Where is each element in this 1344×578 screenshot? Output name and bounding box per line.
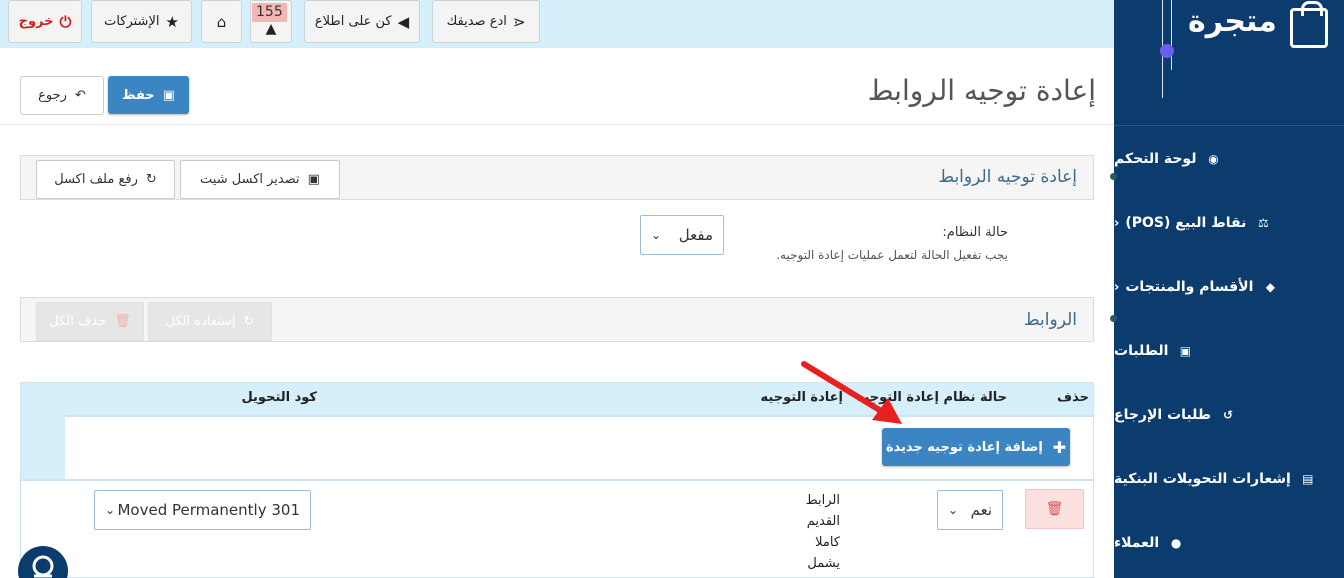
page-title: إعادة توجيه الروابط (867, 74, 1096, 107)
upload-excel-label: رفع ملف اكسل (54, 172, 138, 187)
shopping-bag-icon (1290, 1, 1328, 48)
sidebar-item-label: الأقسام والمنتجات (1125, 279, 1254, 295)
sidebar-item-customers[interactable]: ● العملاء (1114, 528, 1330, 558)
trash-icon: 🗑 (114, 314, 131, 329)
home-button[interactable]: ⌂ (201, 0, 242, 43)
undo-icon: ↺ (1222, 408, 1234, 422)
reply-icon: ↶ (74, 88, 86, 103)
home-icon: ⌂ (216, 12, 227, 31)
system-status-value: مفعل (678, 226, 713, 244)
system-status-select[interactable]: ⌄ مفعل (640, 215, 724, 255)
redirect-code-select[interactable]: ⌄ Moved Permanently 301 (94, 490, 311, 530)
sidebar: متجرة ◉ لوحة التحكم ⚖ نقاط البيع (POS) ‹… (1114, 0, 1344, 578)
subscriptions-label: الإشتركات (104, 14, 160, 29)
bell-icon: ▲ (265, 20, 277, 37)
subscriptions-button[interactable]: ★ الإشتركات (91, 0, 192, 43)
sidebar-item-dashboard[interactable]: ◉ لوحة التحكم (1114, 144, 1330, 174)
sidebar-item-bank-transfers[interactable]: ▤ إشعارات التحويلات البنكية (1114, 464, 1330, 494)
sidebar-item-label: الطلبات (1114, 343, 1169, 359)
chevron-down-icon: ⌄ (948, 503, 959, 517)
refresh-icon: ↻ (243, 314, 255, 329)
row-status-select[interactable]: ⌄ نعم (937, 490, 1003, 530)
system-status-help: يجب تفعيل الحالة لتعمل عمليات إعادة التو… (776, 248, 1008, 262)
invite-friend-label: ادع صديقك (446, 14, 507, 29)
logout-label: خروج (18, 14, 54, 29)
delete-row-button[interactable]: 🗑 (1025, 489, 1084, 529)
restore-all-button[interactable]: ↻ إستعادة الكل (148, 302, 272, 341)
chevron-left-icon: ‹ (1114, 215, 1120, 231)
row-divider (21, 479, 1093, 481)
star-icon: ★ (165, 12, 179, 31)
user-icon: ● (1170, 536, 1182, 550)
back-label: رجوع (38, 88, 67, 103)
money-icon: ▤ (1302, 472, 1314, 486)
dashboard-icon: ◉ (1208, 152, 1219, 166)
save-button[interactable]: ▣ حفظ (108, 76, 189, 114)
table-side-cell (21, 415, 65, 479)
chat-icon (32, 555, 54, 578)
invite-friend-button[interactable]: ⋖ ادع صديقك (432, 0, 540, 43)
add-redirect-label: إضافة إعادة توجيه جديدة (885, 439, 1043, 455)
chevron-left-icon: ‹ (1114, 279, 1120, 295)
sidebar-item-label: إشعارات التحويلات البنكية (1114, 471, 1291, 487)
top-bar: ⋖ ادع صديقك ◀ كن على اطلاع ▲ 155 ⌂ ★ الإ… (0, 0, 1114, 48)
links-panel-title: الروابط (1023, 310, 1077, 330)
logo-text: متجرة (1188, 4, 1277, 39)
share-icon: ⋖ (512, 12, 526, 31)
power-icon: ⏻ (59, 12, 72, 31)
redirect-code-value: Moved Permanently 301 (117, 501, 300, 519)
old-url-field[interactable]: الرابط القديم كاملا يشمل (790, 490, 840, 574)
add-redirect-button[interactable]: ✚ إضافة إعادة توجيه جديدة (882, 428, 1070, 466)
redirects-table: حذف حالة نظام إعادة التوجيه إعادة التوجي… (20, 382, 1094, 578)
sidebar-item-label: العملاء (1114, 535, 1160, 551)
sidebar-item-returns[interactable]: ↺ طلبات الإرجاع (1114, 400, 1330, 430)
sidebar-item-orders[interactable]: ▣ الطلبات (1114, 336, 1330, 366)
logo-area: متجرة (1114, 0, 1344, 126)
chevron-down-icon: ⌄ (105, 503, 116, 517)
redirect-panel-title: إعادة توجيه الروابط (938, 167, 1077, 187)
sidebar-item-products[interactable]: ◆ الأقسام والمنتجات ‹ (1114, 272, 1330, 302)
chevron-down-icon: ⌄ (651, 228, 662, 242)
delete-all-label: حذف الكل (49, 314, 107, 329)
upload-excel-button[interactable]: ↻ رفع ملف اكسل (36, 160, 175, 199)
plus-icon: ✚ (1052, 437, 1067, 457)
panel-marker-dot (1110, 315, 1117, 322)
export-excel-label: تصدير اكسل شيت (200, 172, 300, 187)
cart-icon: ▣ (1179, 344, 1192, 358)
sidebar-item-label: طلبات الإرجاع (1114, 407, 1212, 423)
sidebar-item-pos[interactable]: ⚖ نقاط البيع (POS) ‹ (1114, 208, 1330, 238)
megaphone-icon: ◀ (397, 12, 410, 31)
notification-count-badge: 155 (252, 3, 287, 22)
logo-decoration-line (1171, 0, 1172, 70)
save-label: حفظ (122, 87, 155, 103)
stay-updated-label: كن على اطلاع (314, 14, 392, 29)
column-header-code: كود التحويل (241, 390, 317, 405)
refresh-icon: ↻ (145, 172, 157, 187)
annotation-arrow (801, 361, 902, 424)
back-button[interactable]: ↶ رجوع (20, 76, 104, 115)
save-icon: ▣ (162, 87, 175, 103)
save-icon: ▣ (307, 172, 320, 187)
table-header-row: حذف حالة نظام إعادة التوجيه إعادة التوجي… (21, 383, 1093, 415)
sidebar-item-label: نقاط البيع (POS) (1125, 215, 1247, 231)
divider (0, 124, 1114, 125)
column-header-delete: حذف (1057, 390, 1089, 405)
sidebar-item-label: لوحة التحكم (1114, 151, 1197, 167)
delete-all-button[interactable]: 🗑 حذف الكل (36, 302, 144, 341)
restore-all-label: إستعادة الكل (165, 314, 236, 329)
row-status-value: نعم (970, 501, 992, 519)
stay-updated-button[interactable]: ◀ كن على اطلاع (304, 0, 420, 43)
panel-marker-dot (1110, 173, 1117, 180)
logo-decoration-dot (1160, 44, 1174, 58)
tag-icon: ◆ (1265, 280, 1275, 294)
system-status-label: حالة النظام: (942, 225, 1008, 240)
export-excel-button[interactable]: ▣ تصدير اكسل شيت (180, 160, 340, 199)
scale-icon: ⚖ (1257, 216, 1269, 230)
trash-icon: 🗑 (1045, 501, 1064, 517)
logout-button[interactable]: ⏻ خروج (8, 0, 82, 43)
